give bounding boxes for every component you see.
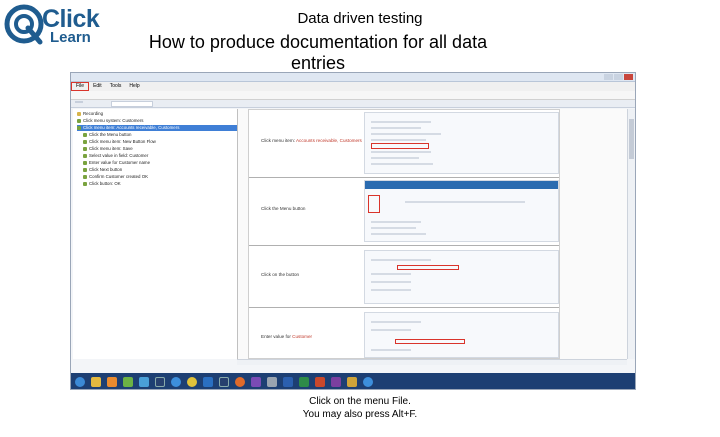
- step-icon: [83, 168, 87, 172]
- maximize-icon[interactable]: [614, 74, 623, 80]
- app-icon[interactable]: [155, 377, 165, 387]
- word-icon[interactable]: [283, 377, 293, 387]
- app-screenshot: File Edit Tools Help Recording Click men…: [70, 72, 636, 390]
- ppt-icon[interactable]: [315, 377, 325, 387]
- tree-item[interactable]: Enter value for Customer name: [83, 160, 150, 166]
- settings-icon[interactable]: [267, 377, 277, 387]
- tree-item[interactable]: Click Next button: [83, 167, 122, 173]
- ie-icon[interactable]: [171, 377, 181, 387]
- tree-item[interactable]: Click menu system: Customers: [77, 118, 144, 124]
- tree-item[interactable]: Confirm Customer created OK: [83, 174, 148, 180]
- doc-step-label: Click the Menu button: [261, 206, 306, 211]
- tree-item[interactable]: Select value in field: Customer: [83, 153, 148, 159]
- doc-step-label: Click menu item: Accounts receivable, Cu…: [261, 138, 362, 143]
- folder-icon[interactable]: [91, 377, 101, 387]
- folder-icon: [77, 112, 81, 116]
- window-controls: [604, 74, 633, 80]
- doc-step: Enter value for Customer: [249, 308, 559, 360]
- step-icon: [83, 154, 87, 158]
- tab-strip: [71, 100, 635, 108]
- explorer-icon[interactable]: [347, 377, 357, 387]
- slide-caption: Click on the menu File. You may also pre…: [0, 395, 720, 421]
- tab-recording[interactable]: [75, 101, 83, 103]
- excel-icon[interactable]: [299, 377, 309, 387]
- highlight-box: [371, 143, 429, 149]
- doc-step-screenshot: [364, 112, 559, 174]
- vs-icon[interactable]: [251, 377, 261, 387]
- toolbar: [71, 91, 635, 100]
- logo-mark-icon: [4, 4, 44, 45]
- caption-line-1: Click on the menu File.: [309, 396, 411, 407]
- doc-step-screenshot: [364, 250, 559, 304]
- scrollbar-thumb[interactable]: [629, 119, 634, 159]
- ie2-icon[interactable]: [363, 377, 373, 387]
- logo-word-learn: Learn: [50, 29, 91, 46]
- menu-edit[interactable]: Edit: [89, 82, 106, 91]
- doc-step-screenshot: [364, 312, 559, 358]
- slide-subtitle: How to produce documentation for all dat…: [148, 32, 488, 73]
- doc-step-screenshot: [364, 180, 559, 242]
- step-icon: [77, 119, 81, 123]
- windows-taskbar: [71, 373, 635, 389]
- caption-line-2: You may also press Alt+F.: [302, 409, 418, 420]
- step-icon: [83, 175, 87, 179]
- menu-tools[interactable]: Tools: [106, 82, 126, 91]
- menu-bar: File Edit Tools Help: [71, 82, 635, 91]
- app2-icon[interactable]: [219, 377, 229, 387]
- media-icon[interactable]: [107, 377, 117, 387]
- tab-document[interactable]: [111, 101, 153, 107]
- doc-step-label: Enter value for Customer: [261, 334, 313, 339]
- doc-step: Click on the button: [249, 246, 559, 308]
- firefox-icon[interactable]: [235, 377, 245, 387]
- highlight-box: [395, 339, 465, 344]
- chart-icon[interactable]: [123, 377, 133, 387]
- step-icon: [83, 182, 87, 186]
- menu-help[interactable]: Help: [125, 82, 143, 91]
- bars-icon[interactable]: [139, 377, 149, 387]
- tree-item[interactable]: Click menu item: Save: [83, 146, 133, 152]
- tree-item[interactable]: Click menu item: New Button Flow: [83, 139, 156, 145]
- step-icon: [83, 133, 87, 137]
- doc-step: Click menu item: Accounts receivable, Cu…: [249, 110, 559, 178]
- chrome-icon[interactable]: [187, 377, 197, 387]
- close-icon[interactable]: [624, 74, 633, 80]
- step-icon: [83, 161, 87, 165]
- start-icon[interactable]: [75, 377, 85, 387]
- step-icon: [83, 147, 87, 151]
- vertical-scrollbar[interactable]: [627, 109, 635, 359]
- highlight-box: [397, 265, 459, 270]
- outlook-icon[interactable]: [203, 377, 213, 387]
- clicklearn-logo: Click Learn: [4, 4, 100, 50]
- onenote-icon[interactable]: [331, 377, 341, 387]
- slide-title: Data driven testing: [297, 10, 423, 27]
- minimize-icon[interactable]: [604, 74, 613, 80]
- step-icon: [77, 126, 81, 130]
- doc-step: Click the Menu button: [249, 178, 559, 246]
- highlight-box: [368, 195, 380, 213]
- horizontal-scrollbar[interactable]: [237, 359, 627, 365]
- document-page: Click menu item: Accounts receivable, Cu…: [248, 109, 560, 359]
- doc-step-label: Click on the button: [261, 272, 300, 277]
- menu-file[interactable]: File: [71, 82, 90, 91]
- tree-item[interactable]: Click button: OK: [83, 181, 121, 187]
- document-preview-pane: Click menu item: Accounts receivable, Cu…: [237, 109, 635, 359]
- ribbon-bar: [365, 181, 558, 189]
- app-titlebar: [71, 73, 635, 82]
- step-icon: [83, 140, 87, 144]
- tree-item[interactable]: Click the Menu button: [83, 132, 131, 138]
- tree-item[interactable]: Recording: [77, 111, 103, 117]
